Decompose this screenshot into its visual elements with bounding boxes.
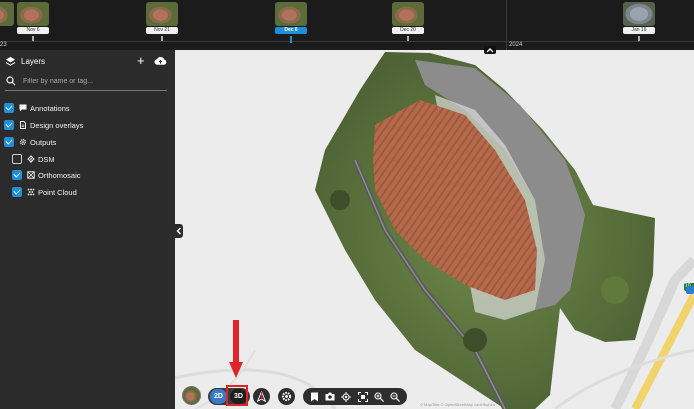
layers-header: Layers +	[0, 50, 175, 74]
add-layer-button[interactable]: +	[137, 54, 145, 67]
layer-label: Design overlays	[30, 120, 84, 130]
search-icon	[6, 76, 16, 86]
gear-icon	[19, 138, 27, 146]
layer-label: Orthomosaic	[38, 170, 81, 180]
layer-checkbox[interactable]	[4, 137, 14, 147]
layer-checkbox[interactable]	[12, 187, 22, 197]
cloud-upload-icon[interactable]	[154, 56, 167, 66]
layers-panel: Layers + Annotations	[0, 50, 175, 409]
map-viewport[interactable]: 10	[175, 50, 694, 409]
timeline-item-partial[interactable]	[0, 2, 14, 26]
compass-button[interactable]	[253, 388, 270, 405]
panel-title: Layers	[21, 57, 46, 66]
orthomosaic-icon	[27, 171, 35, 179]
highlight-box	[226, 385, 248, 406]
view-2d-button[interactable]: 2D	[210, 389, 227, 404]
comment-icon	[19, 104, 27, 112]
point-cloud-icon	[27, 188, 35, 196]
map-tools	[303, 388, 407, 405]
arrow-down-icon	[229, 320, 243, 378]
bookmark-icon[interactable]	[310, 392, 319, 402]
survey-thumbnail	[0, 2, 14, 26]
dsm-icon	[27, 155, 35, 163]
timeline-tick	[638, 36, 640, 41]
map-attribution[interactable]: © MapTiler © OpenStreetMap contributors	[420, 402, 495, 407]
survey-thumbnail	[17, 2, 49, 26]
layer-checkbox[interactable]	[12, 170, 22, 180]
survey-thumbnail	[146, 2, 178, 26]
timeline-date: Jan 16	[623, 27, 655, 34]
layers-icon	[5, 56, 16, 66]
year-separator	[506, 0, 507, 50]
layer-dsm[interactable]: DSM	[12, 153, 55, 165]
gear-icon	[281, 391, 292, 402]
survey-thumbnail	[275, 2, 307, 26]
locate-icon[interactable]	[341, 391, 352, 402]
collapse-timeline-button[interactable]	[484, 46, 496, 54]
settings-button[interactable]	[278, 388, 295, 405]
timeline-tick	[161, 36, 163, 41]
timeline-track	[0, 41, 694, 42]
collapse-sidebar-button[interactable]	[175, 224, 183, 238]
timeline-item[interactable]: Jan 16	[623, 2, 655, 34]
layer-label: Outputs	[30, 137, 57, 147]
timeline[interactable]: 23 2024 Nov 6 Nov 21 Dec 6 Dec 20 Jan 16	[0, 0, 694, 50]
basemap-thumbnail-button[interactable]	[182, 386, 201, 405]
layer-annotations[interactable]: Annotations	[4, 102, 70, 114]
fit-extent-icon[interactable]	[357, 391, 368, 402]
timeline-item[interactable]: Nov 6	[17, 2, 49, 34]
search-input[interactable]	[23, 75, 163, 88]
layer-label: DSM	[38, 154, 55, 164]
timeline-item[interactable]: Nov 21	[146, 2, 178, 34]
map-canvas	[175, 52, 694, 409]
layer-label: Point Cloud	[38, 187, 77, 197]
survey-thumbnail	[623, 2, 655, 26]
chevron-left-icon	[176, 227, 181, 235]
chevron-up-icon	[486, 48, 494, 53]
camera-icon[interactable]	[325, 392, 335, 401]
compass-icon	[256, 391, 267, 402]
zoom-in-icon[interactable]	[374, 391, 384, 402]
layer-checkbox[interactable]	[12, 154, 22, 164]
timeline-item-selected[interactable]: Dec 6	[275, 2, 307, 34]
layer-orthomosaic[interactable]: Orthomosaic	[12, 169, 81, 181]
layer-point-cloud[interactable]: Point Cloud	[12, 186, 77, 198]
document-icon	[20, 121, 26, 129]
timeline-tick	[407, 36, 409, 41]
layer-outputs[interactable]: Outputs	[4, 136, 56, 148]
timeline-date: Nov 21	[146, 27, 178, 34]
timeline-item[interactable]: Dec 20	[392, 2, 424, 34]
year-label: 2024	[509, 42, 523, 48]
timeline-date: Dec 20	[392, 27, 424, 34]
timeline-date: Dec 6	[275, 27, 307, 34]
zoom-out-icon[interactable]	[390, 391, 400, 402]
map-handle[interactable]	[686, 286, 694, 294]
timeline-tick	[32, 36, 34, 41]
year-label: 23	[0, 42, 7, 48]
survey-thumbnail	[392, 2, 424, 26]
layer-filter[interactable]	[5, 73, 167, 91]
layer-checkbox[interactable]	[4, 120, 14, 130]
timeline-date: Nov 6	[17, 27, 49, 34]
layer-label: Annotations	[30, 103, 70, 113]
timeline-tick-selected	[290, 36, 292, 43]
layer-checkbox[interactable]	[4, 103, 14, 113]
layer-design-overlays[interactable]: Design overlays	[4, 119, 83, 131]
